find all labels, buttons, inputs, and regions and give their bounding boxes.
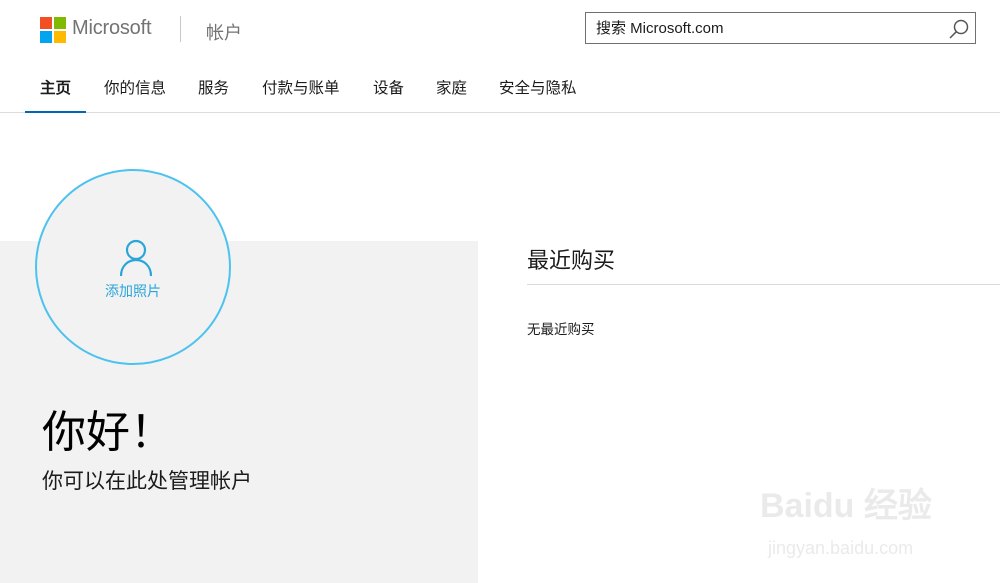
brand-name[interactable]: Microsoft [72, 17, 152, 40]
search-box [585, 12, 976, 44]
tab-services[interactable]: 服务 [198, 70, 229, 112]
add-photo-label: 添加照片 [105, 283, 161, 299]
recent-purchases-title: 最近购买 [527, 248, 616, 273]
tab-your-info[interactable]: 你的信息 [104, 70, 166, 112]
baidu-watermark: Baidu 经验 jingyan.baidu.com [760, 478, 990, 568]
section-title[interactable]: 帐户 [206, 19, 242, 45]
header-divider [180, 16, 181, 42]
greeting-subtitle: 你可以在此处管理帐户 [42, 470, 252, 493]
search-icon[interactable] [948, 18, 970, 40]
baidu-watermark-url: jingyan.baidu.com [768, 538, 914, 558]
person-icon [119, 239, 153, 277]
recent-purchases-empty: 无最近购买 [527, 322, 595, 337]
recent-purchases-divider [527, 284, 1000, 285]
search-input[interactable] [596, 13, 936, 43]
baidu-watermark-logo: Baidu 经验 [760, 487, 932, 525]
header: Microsoft 帐户 [0, 0, 1000, 60]
microsoft-logo-icon[interactable] [40, 17, 66, 43]
tab-security-privacy[interactable]: 安全与隐私 [499, 70, 577, 112]
tab-payment-billing[interactable]: 付款与账单 [262, 70, 340, 112]
tab-home[interactable]: 主页 [24, 70, 87, 113]
tab-devices[interactable]: 设备 [373, 70, 404, 112]
tab-family[interactable]: 家庭 [436, 70, 467, 112]
add-photo-button[interactable]: 添加照片 [35, 169, 231, 365]
main-nav: 主页 你的信息 服务 付款与账单 设备 家庭 安全与隐私 [0, 70, 1000, 113]
greeting-heading: 你好！ [42, 408, 174, 457]
